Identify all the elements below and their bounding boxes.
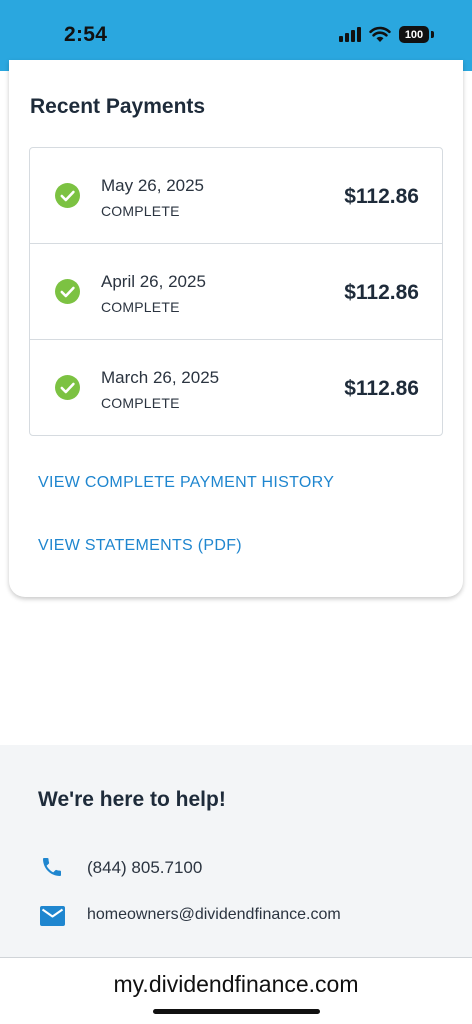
view-payment-history-link[interactable]: VIEW COMPLETE PAYMENT HISTORY bbox=[38, 474, 334, 492]
recent-payments-title: Recent Payments bbox=[30, 95, 206, 118]
home-indicator[interactable] bbox=[153, 1009, 320, 1014]
status-time: 2:54 bbox=[64, 23, 108, 46]
signal-icon bbox=[339, 27, 361, 42]
payment-date: April 26, 2025 bbox=[101, 272, 206, 291]
payment-list: May 26, 2025 COMPLETE $112.86 April 26, … bbox=[29, 147, 443, 436]
view-statements-link[interactable]: VIEW STATEMENTS (PDF) bbox=[38, 537, 242, 555]
payment-date: May 26, 2025 bbox=[101, 176, 205, 195]
payment-date: March 26, 2025 bbox=[101, 368, 220, 387]
check-circle-icon bbox=[55, 183, 80, 208]
payment-row[interactable]: April 26, 2025 COMPLETE $112.86 bbox=[30, 244, 442, 340]
battery-icon: 100 bbox=[399, 26, 429, 43]
check-circle-icon bbox=[55, 279, 80, 304]
help-phone[interactable]: (844) 805.7100 bbox=[87, 858, 202, 878]
battery-tip bbox=[431, 31, 434, 38]
payment-status: COMPLETE bbox=[101, 395, 180, 411]
payment-status: COMPLETE bbox=[101, 299, 180, 315]
check-circle-icon bbox=[55, 375, 80, 400]
payment-amount: $112.86 bbox=[344, 281, 419, 304]
payment-amount: $112.86 bbox=[344, 185, 419, 208]
help-title: We're here to help! bbox=[38, 788, 226, 811]
help-email[interactable]: homeowners@dividendfinance.com bbox=[87, 906, 341, 924]
mail-icon[interactable] bbox=[40, 906, 65, 926]
recent-payments-card: Recent Payments May 26, 2025 COMPLETE $1… bbox=[9, 60, 463, 597]
phone-icon[interactable] bbox=[40, 855, 64, 879]
payment-status: COMPLETE bbox=[101, 203, 180, 219]
payment-row[interactable]: March 26, 2025 COMPLETE $112.86 bbox=[30, 340, 442, 435]
payment-row[interactable]: May 26, 2025 COMPLETE $112.86 bbox=[30, 148, 442, 244]
url-text[interactable]: my.dividendfinance.com bbox=[0, 971, 472, 998]
wifi-icon bbox=[369, 26, 391, 42]
payment-amount: $112.86 bbox=[344, 377, 419, 400]
help-section: We're here to help! (844) 805.7100 homeo… bbox=[0, 745, 472, 957]
